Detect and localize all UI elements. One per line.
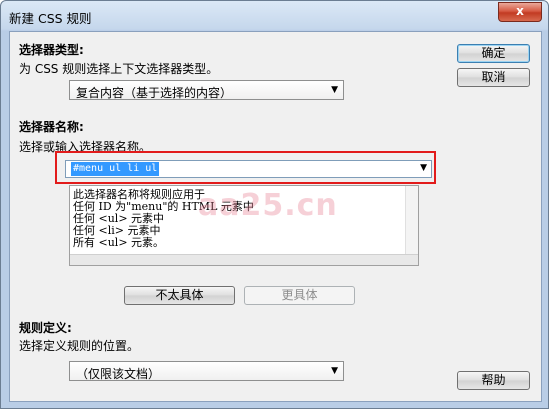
help-button[interactable]: 帮助 — [457, 371, 530, 390]
more-specific-button[interactable]: 更具体 — [244, 286, 355, 305]
selector-name-input-value[interactable]: #menu ul li ul — [71, 162, 160, 176]
rule-definition-dropdown[interactable]: （仅限该文档） ▼ — [69, 361, 344, 381]
selector-type-heading: 选择器类型: — [19, 43, 84, 57]
vertical-scrollbar[interactable] — [405, 186, 418, 255]
selector-explanation-box: 此选择器名称将规则应用于 任何 ID 为"menu"的 HTML 元素中 任何 … — [69, 185, 419, 266]
horizontal-scrollbar[interactable] — [70, 254, 418, 265]
title-bar[interactable]: 新建 CSS 规则 x — [1, 1, 548, 31]
rule-definition-heading: 规则定义: — [19, 321, 72, 335]
chevron-down-icon: ▼ — [331, 366, 338, 376]
selector-type-description: 为 CSS 规则选择上下文选择器类型。 — [19, 62, 219, 76]
less-specific-button[interactable]: 不太具体 — [124, 286, 235, 305]
dialog-window: 新建 CSS 规则 x 选择器类型: 为 CSS 规则选择上下文选择器类型。 复… — [0, 0, 549, 409]
explanation-line: 所有 <ul> 元素。 — [73, 236, 165, 249]
rule-definition-description: 选择定义规则的位置。 — [19, 339, 140, 353]
window-title: 新建 CSS 规则 — [9, 11, 92, 26]
rule-definition-value: （仅限该文档） — [76, 367, 161, 381]
cancel-button[interactable]: 取消 — [457, 68, 530, 87]
ok-button[interactable]: 确定 — [457, 44, 530, 63]
chevron-down-icon[interactable]: ▼ — [420, 163, 427, 173]
selector-type-value: 复合内容（基于选择的内容） — [76, 86, 233, 100]
selector-type-dropdown[interactable]: 复合内容（基于选择的内容） ▼ — [69, 80, 344, 100]
chevron-down-icon: ▼ — [331, 85, 338, 95]
selector-name-combobox[interactable]: #menu ul li ul ▼ — [65, 160, 432, 178]
close-button[interactable]: x — [498, 2, 542, 22]
dialog-client-area: 选择器类型: 为 CSS 规则选择上下文选择器类型。 复合内容（基于选择的内容）… — [9, 31, 542, 402]
close-icon: x — [516, 4, 524, 18]
selector-name-heading: 选择器名称: — [19, 120, 84, 134]
